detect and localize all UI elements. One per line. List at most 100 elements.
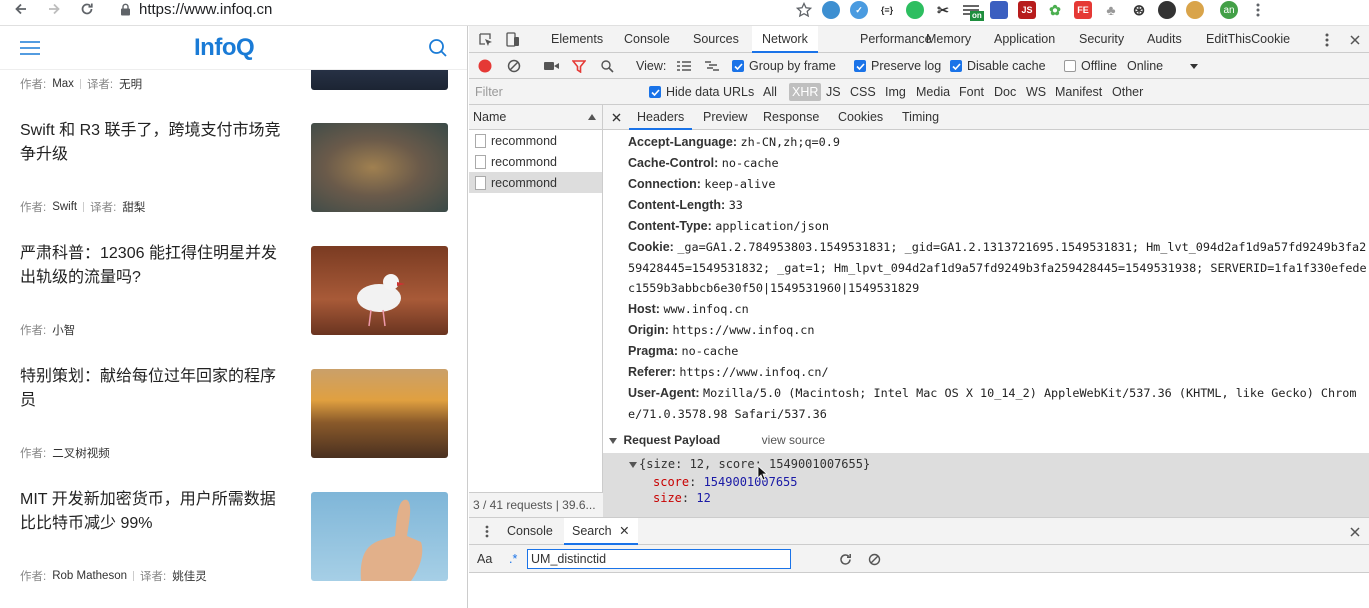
payload-summary: {size: 12, score: 1549001007655} xyxy=(639,457,871,471)
devtools-menu-icon[interactable] xyxy=(1317,26,1337,53)
tab-timing[interactable]: Timing xyxy=(902,105,939,130)
js-extension-icon[interactable]: JS xyxy=(1018,1,1036,19)
offline-checkbox[interactable]: Offline xyxy=(1064,53,1117,79)
request-row-selected[interactable]: recommond xyxy=(469,172,602,193)
refresh-search-icon[interactable] xyxy=(835,545,855,573)
close-details-icon[interactable] xyxy=(606,105,626,130)
filter-type-font[interactable]: Font xyxy=(959,79,984,105)
web-page: InfoQ 作者: Max 译者: 无明 Swift 和 R3 联手了，跨境支付市场… xyxy=(0,26,468,608)
filter-input[interactable]: Filter xyxy=(475,79,635,105)
waterfall-overview-icon[interactable] xyxy=(702,53,722,79)
infoq-logo[interactable]: InfoQ xyxy=(194,34,255,62)
tab-editthiscookie[interactable]: EditThisCookie xyxy=(1206,26,1290,53)
clear-search-icon[interactable] xyxy=(864,545,884,573)
filter-icon[interactable] xyxy=(569,53,589,79)
avatar[interactable]: an xyxy=(1220,1,1238,19)
filter-type-media[interactable]: Media xyxy=(916,79,950,105)
request-payload-header[interactable]: Request Payload view source xyxy=(609,429,825,451)
forward-icon[interactable] xyxy=(45,0,63,18)
tab-preview[interactable]: Preview xyxy=(703,105,747,130)
filter-type-css[interactable]: CSS xyxy=(850,79,876,105)
article-meta: 作者: Swift 译者: 甜梨 xyxy=(20,201,146,214)
cookie-icon[interactable] xyxy=(1186,1,1204,19)
article-thumbnail[interactable] xyxy=(311,492,448,581)
filter-type-other[interactable]: Other xyxy=(1112,79,1143,105)
tab-headers[interactable]: Headers xyxy=(629,105,693,130)
tab-memory[interactable]: Memory xyxy=(926,26,971,53)
chrome-menu-icon[interactable] xyxy=(1256,3,1260,17)
bookmark-star-icon[interactable] xyxy=(796,2,812,18)
filter-type-manifest[interactable]: Manifest xyxy=(1055,79,1102,105)
back-icon[interactable] xyxy=(12,0,30,18)
drawer-tab-search[interactable]: Search ✕ xyxy=(564,518,638,545)
search-icon[interactable] xyxy=(597,53,617,79)
chevron-down-icon[interactable] xyxy=(1184,53,1204,79)
article-thumbnail[interactable] xyxy=(311,246,448,335)
drawer-tab-bar: Console Search ✕ xyxy=(469,518,1369,545)
record-icon[interactable] xyxy=(475,53,495,79)
clear-icon[interactable] xyxy=(504,53,524,79)
fe-extension-icon[interactable]: FE xyxy=(1074,1,1092,19)
hide-data-urls-checkbox[interactable]: Hide data URLs xyxy=(649,79,754,105)
preserve-log-checkbox[interactable]: Preserve log xyxy=(854,53,941,79)
filter-type-xhr[interactable]: XHR xyxy=(789,83,822,101)
group-by-frame-checkbox[interactable]: Group by frame xyxy=(732,53,836,79)
request-row[interactable]: recommond xyxy=(469,130,602,151)
filter-type-all[interactable]: All xyxy=(763,79,777,105)
match-case-toggle[interactable]: Aa xyxy=(477,545,492,573)
article-title[interactable]: 严肃科普：12306 能扛得住明星并发出轨级的流量吗? xyxy=(20,242,288,290)
close-tab-icon[interactable]: ✕ xyxy=(619,524,629,538)
extension-json-icon[interactable]: {≡} xyxy=(878,1,896,19)
search-input[interactable]: UM_distinctid xyxy=(527,549,791,569)
payload-summary-row[interactable]: {size: 12, score: 1549001007655} xyxy=(629,457,870,471)
hamburger-menu-icon[interactable] xyxy=(20,41,40,55)
close-drawer-icon[interactable] xyxy=(1345,518,1365,545)
inspect-element-icon[interactable] xyxy=(476,26,496,53)
filter-type-ws[interactable]: WS xyxy=(1026,79,1046,105)
disable-cache-checkbox[interactable]: Disable cache xyxy=(950,53,1046,79)
face-icon[interactable] xyxy=(1158,1,1176,19)
calendar-grid-icon[interactable] xyxy=(990,1,1008,19)
swirl-icon[interactable]: ⊛ xyxy=(1130,1,1148,19)
tab-network[interactable]: Network xyxy=(752,26,818,53)
regex-toggle[interactable]: .* xyxy=(509,545,517,573)
paw-icon[interactable]: ✿ xyxy=(1046,1,1064,19)
large-rows-icon[interactable] xyxy=(674,53,694,79)
filter-type-js[interactable]: JS xyxy=(826,79,841,105)
drawer-menu-icon[interactable] xyxy=(477,518,497,545)
tab-response[interactable]: Response xyxy=(763,105,819,130)
drawer-tab-console[interactable]: Console xyxy=(507,518,553,545)
filter-type-doc[interactable]: Doc xyxy=(994,79,1016,105)
tab-security[interactable]: Security xyxy=(1079,26,1124,53)
device-toolbar-icon[interactable] xyxy=(503,26,523,53)
tab-cookies[interactable]: Cookies xyxy=(838,105,883,130)
close-devtools-icon[interactable] xyxy=(1345,26,1365,53)
request-payload-body: {size: 12, score: 1549001007655} score: … xyxy=(603,453,1369,517)
article-thumbnail[interactable] xyxy=(311,369,448,458)
article-title[interactable]: MIT 开发新加密货币，用户所需数据比比特币减少 99% xyxy=(20,488,288,536)
search-icon[interactable] xyxy=(428,38,448,58)
evernote-icon[interactable] xyxy=(906,1,924,19)
view-source-link[interactable]: view source xyxy=(762,433,825,447)
article-title[interactable]: 特别策划：献给每位过年回家的程序员 xyxy=(20,365,288,413)
article-title[interactable]: Swift 和 R3 联手了，跨境支付市场竞争升级 xyxy=(20,119,288,167)
extension-check-icon[interactable]: ✓ xyxy=(850,1,868,19)
tab-performance[interactable]: Performance xyxy=(860,26,932,53)
extension-list-icon[interactable]: on xyxy=(962,1,984,21)
extension-globe-icon[interactable] xyxy=(822,1,840,19)
tree-icon[interactable]: ♣ xyxy=(1102,1,1120,19)
tab-elements[interactable]: Elements xyxy=(551,26,603,53)
header-line: Pragma: no-cache xyxy=(628,344,739,359)
request-row[interactable]: recommond xyxy=(469,151,602,172)
capture-screenshots-icon[interactable] xyxy=(541,53,561,79)
address-bar[interactable]: https://www.infoq.cn xyxy=(120,0,272,18)
reload-icon[interactable] xyxy=(78,0,96,18)
article-thumbnail[interactable] xyxy=(311,123,448,212)
scissors-icon[interactable]: ✂ xyxy=(934,1,952,19)
tab-sources[interactable]: Sources xyxy=(693,26,739,53)
tab-console[interactable]: Console xyxy=(624,26,670,53)
filter-type-img[interactable]: Img xyxy=(885,79,906,105)
name-column-header[interactable]: Name xyxy=(469,105,602,130)
tab-audits[interactable]: Audits xyxy=(1147,26,1182,53)
tab-application[interactable]: Application xyxy=(994,26,1055,53)
